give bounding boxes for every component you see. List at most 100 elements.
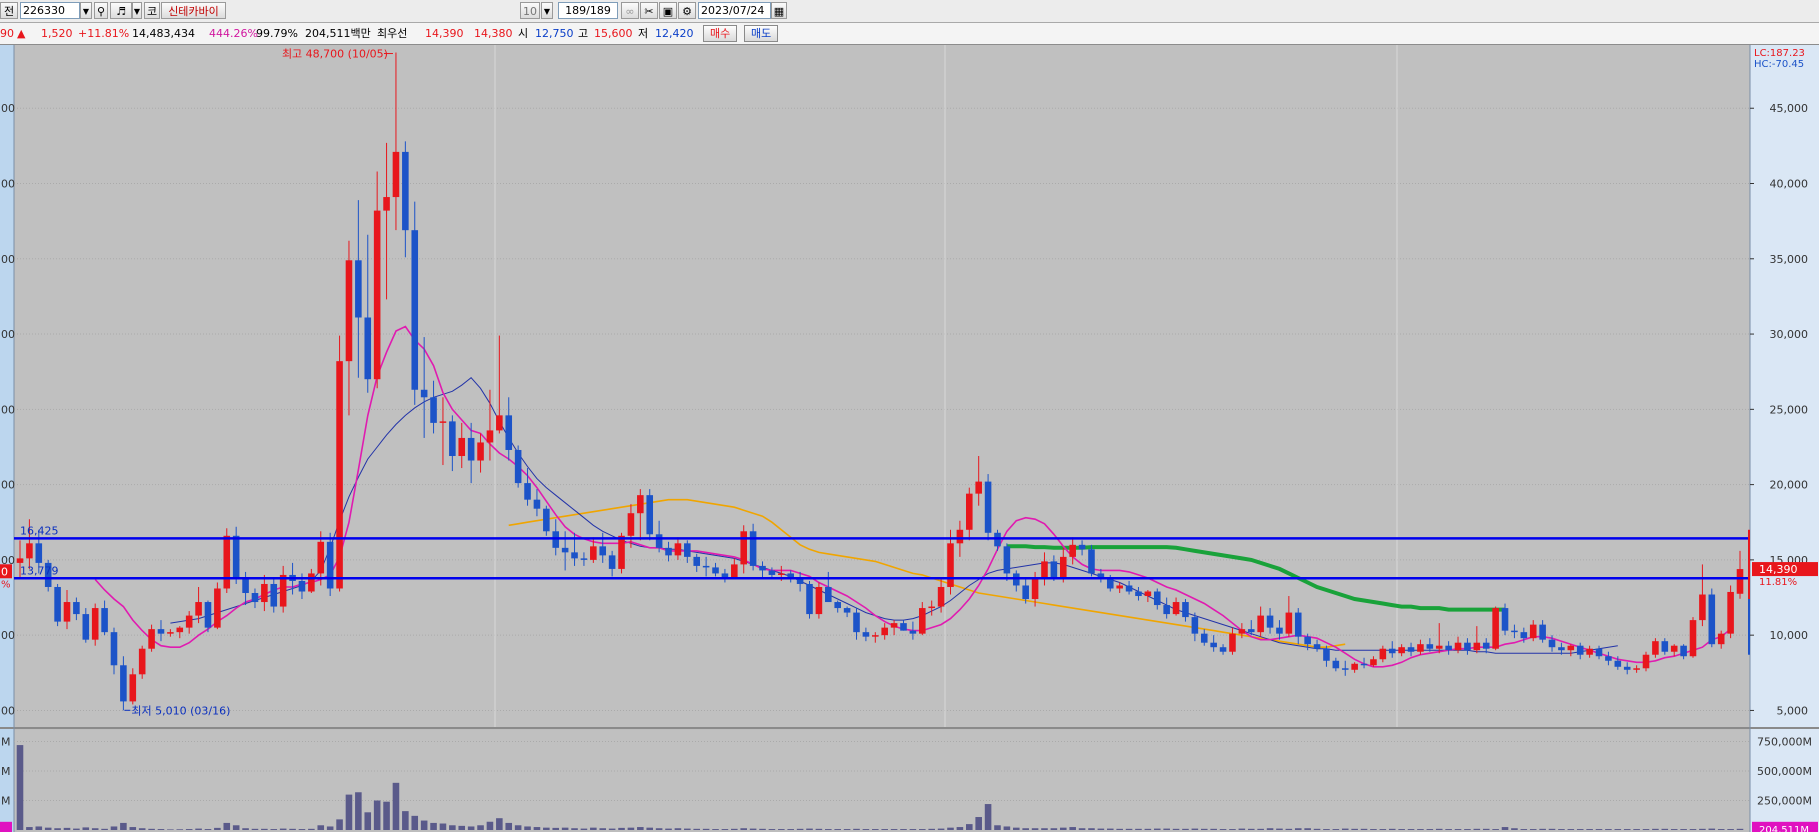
candle [618,535,625,569]
candle [806,583,813,615]
candle [1652,641,1659,655]
save-icon[interactable]: ▣ [659,2,677,19]
candle [684,543,691,557]
volume-bar [1031,828,1039,830]
candle [749,531,757,566]
volume-bar [120,822,127,830]
gear-icon[interactable]: ⚙ [678,2,696,19]
volume-bar [204,829,212,830]
candle [1680,645,1687,657]
volume-bar [157,829,165,830]
candle [1229,633,1236,652]
volume-bar [571,828,578,830]
volume-bar [561,827,569,830]
volume-bar [590,827,597,830]
link-icon[interactable]: ∞ [621,2,639,19]
volume-bar [693,828,701,830]
candle [1144,591,1152,597]
stock-code-input[interactable]: 226330 [20,2,80,19]
count-field[interactable]: 10 [520,2,540,19]
candle [1022,585,1029,600]
left-tick-label: 00 [1,629,15,642]
price-tick-label: 35,000 [1770,253,1809,266]
candle [1689,620,1697,657]
volume-bar [1182,828,1189,830]
candle [834,602,841,609]
candle [439,421,447,423]
candle [373,210,381,380]
candle [1059,556,1067,578]
buy-button[interactable]: 매수 [703,25,738,42]
sell-button[interactable]: 매도 [744,25,779,42]
volume-bar [1558,829,1565,830]
candle [101,608,108,633]
candle [1370,659,1377,666]
volume-bar [843,829,851,830]
candle [796,579,804,584]
candle [129,674,137,702]
candle [1163,605,1170,615]
volume-bar [994,825,1001,830]
volume-bar [167,829,174,830]
candle [637,495,644,514]
volume-bar [505,822,513,830]
volume-bar [862,829,870,830]
volume-bar [900,829,907,830]
volume-bar [1210,828,1217,830]
candle [543,508,550,532]
volume-bar [1511,828,1518,830]
left-tick-label: 00 [1,479,15,492]
volume-bar [1445,829,1452,830]
volume-bar [872,829,879,830]
candle [1717,633,1725,645]
candle [1727,591,1734,634]
mode-button[interactable]: 전 [0,2,18,19]
volume-bar [1492,829,1499,830]
left-price-fragment: 0 [1,565,8,578]
volume-bar [364,812,372,830]
volume-bar [1351,828,1358,830]
candle [947,543,954,587]
stock-chart[interactable]: 5,0000010,0000015,0000020,0000025,000003… [0,45,1819,832]
candle [909,630,917,634]
volume-bar [1586,829,1593,830]
candle [881,627,888,636]
search-icon[interactable]: ⚲ [94,2,108,19]
volume-bar [712,829,719,830]
price-tick-label: 5,000 [1777,704,1809,717]
scissors-icon[interactable]: ✂ [640,2,658,19]
candle [862,632,870,637]
volume-tick-label: 750,000M [1757,736,1812,749]
candle [1341,668,1349,670]
candle [1106,579,1114,589]
volume-bar [1520,829,1528,830]
volume-bar [373,800,381,830]
code-dropdown-arrow-icon[interactable]: ▼ [80,2,92,19]
count-dropdown-arrow-icon[interactable]: ▼ [541,2,553,19]
range-field[interactable]: 189/189 [558,2,618,19]
candle [674,543,682,556]
date-field[interactable]: 2023/07/24 [698,2,771,19]
left-tick-label: 00 [1,328,15,341]
candle [853,612,860,633]
candle [872,635,879,637]
candle [317,541,325,574]
calendar-icon[interactable]: ▦ [771,2,787,19]
candle [693,556,701,566]
candle [1351,663,1358,670]
candle [890,623,898,628]
change-value: 1,520 [41,27,73,40]
left-volume-marker [0,821,12,832]
candle [1388,648,1396,654]
speaker-icon[interactable]: ♬ [110,2,132,19]
price-tick-label: 20,000 [1770,479,1809,492]
volume-bar [1435,828,1443,830]
volume-bar [1276,828,1283,830]
candle [402,151,409,231]
speaker-dropdown-arrow-icon[interactable]: ▼ [132,2,142,19]
candle [1172,602,1180,615]
candle [430,397,437,423]
candle [1360,663,1368,666]
candle [308,573,315,592]
candle [73,602,80,615]
